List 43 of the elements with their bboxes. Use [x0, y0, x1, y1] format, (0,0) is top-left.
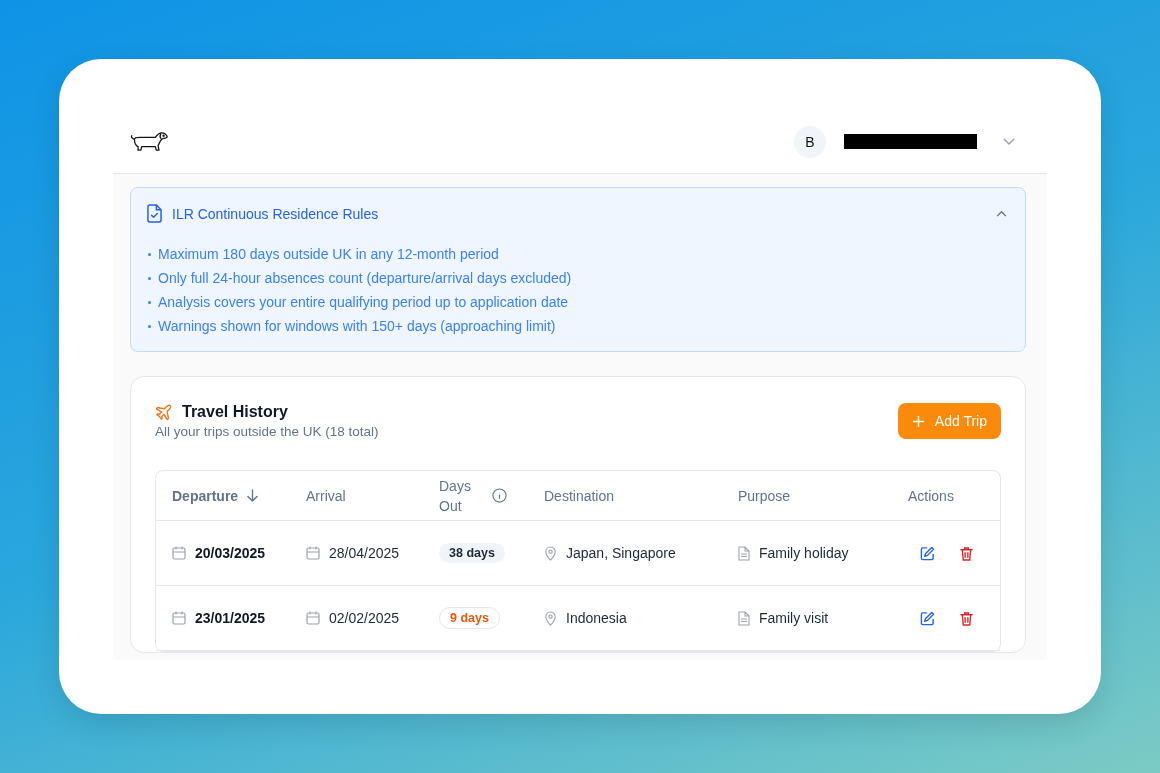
plus-icon: [911, 414, 925, 428]
rule-item: Only full 24-hour absences count (departure/arrival days excluded): [147, 269, 1007, 287]
column-header[interactable]: Arrival: [306, 485, 346, 506]
arrival-date: 28/04/2025: [329, 545, 400, 561]
destination-text: Japan, Singapore: [566, 545, 676, 561]
departure-date: 23/01/2025: [195, 610, 266, 626]
document-icon: [738, 610, 750, 626]
trash-icon[interactable]: [960, 610, 973, 626]
calendar-icon: [172, 611, 186, 625]
purpose-text: Family visit: [759, 610, 829, 626]
column-header[interactable]: Days Out: [439, 475, 507, 516]
chevron-down-icon[interactable]: [1003, 137, 1015, 146]
rule-item: Analysis covers your entire qualifying period up to application date: [147, 293, 1007, 311]
days-badge: 38 days: [439, 543, 505, 563]
plane-icon: [155, 403, 173, 421]
edit-icon[interactable]: [920, 610, 935, 626]
info-icon[interactable]: [492, 488, 507, 503]
document-icon: [738, 545, 750, 561]
document-check-icon: [147, 204, 162, 223]
days-badge: 9 days: [439, 607, 500, 629]
column-header[interactable]: Departure: [172, 485, 259, 506]
location-pin-icon: [544, 610, 557, 626]
purpose-text: Family holiday: [759, 545, 849, 561]
trash-icon[interactable]: [960, 545, 973, 561]
departure-date: 20/03/2025: [195, 545, 266, 561]
calendar-icon: [306, 546, 320, 560]
calendar-icon: [306, 611, 320, 625]
arrow-down-icon[interactable]: [247, 489, 259, 502]
calendar-icon: [172, 546, 186, 560]
section-subtitle: All your trips outside the UK (18 total): [155, 424, 379, 439]
column-header[interactable]: Destination: [544, 485, 615, 506]
section-title: Travel History: [182, 403, 288, 421]
rule-item: Warnings shown for windows with 150+ days (approaching limit): [147, 317, 1007, 335]
destination-text: Indonesia: [566, 610, 627, 626]
rules-title: ILR Continuous Residence Rules: [172, 205, 380, 222]
user-avatar[interactable]: B: [794, 125, 826, 158]
chevron-icon[interactable]: [996, 210, 1007, 217]
location-pin-icon: [544, 545, 557, 561]
column-header[interactable]: Actions: [908, 485, 954, 506]
arrival-date: 02/02/2025: [329, 610, 400, 626]
rule-item: Maximum 180 days outside UK in any 12-month period: [147, 245, 1007, 263]
edit-icon[interactable]: [920, 545, 935, 561]
column-header[interactable]: Purpose: [738, 485, 791, 506]
